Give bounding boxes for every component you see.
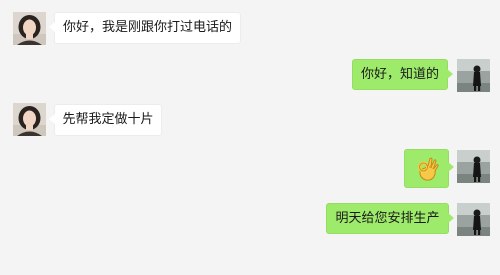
my-avatar[interactable] <box>457 59 490 92</box>
my-avatar[interactable] <box>457 150 490 183</box>
bubble-tail <box>448 162 454 172</box>
ok-hand-icon <box>405 150 448 187</box>
message-bubble[interactable]: 你好，知道的 <box>352 59 453 90</box>
chat-history: 你好，我是刚跟你打过电话的 你好，知道的 先帮我定做十片 明天给您安排生产 <box>0 0 500 275</box>
my-avatar[interactable] <box>457 203 490 236</box>
message-bubble[interactable] <box>404 149 454 188</box>
bubble-tail <box>447 69 453 79</box>
message-text: 明天给您安排生产 <box>335 210 440 226</box>
bubble-tail <box>448 213 454 223</box>
message-text: 先帮我定做十片 <box>62 112 154 127</box>
message-bubble[interactable]: 明天给您安排生产 <box>326 203 454 234</box>
contact-avatar[interactable] <box>13 103 46 136</box>
message-bubble[interactable]: 你好，我是刚跟你打过电话的 <box>49 12 241 44</box>
message-text: 你好，知道的 <box>360 66 439 82</box>
message-bubble[interactable]: 先帮我定做十片 <box>49 104 162 136</box>
message-text: 你好，我是刚跟你打过电话的 <box>62 20 232 35</box>
contact-avatar[interactable] <box>13 12 46 45</box>
